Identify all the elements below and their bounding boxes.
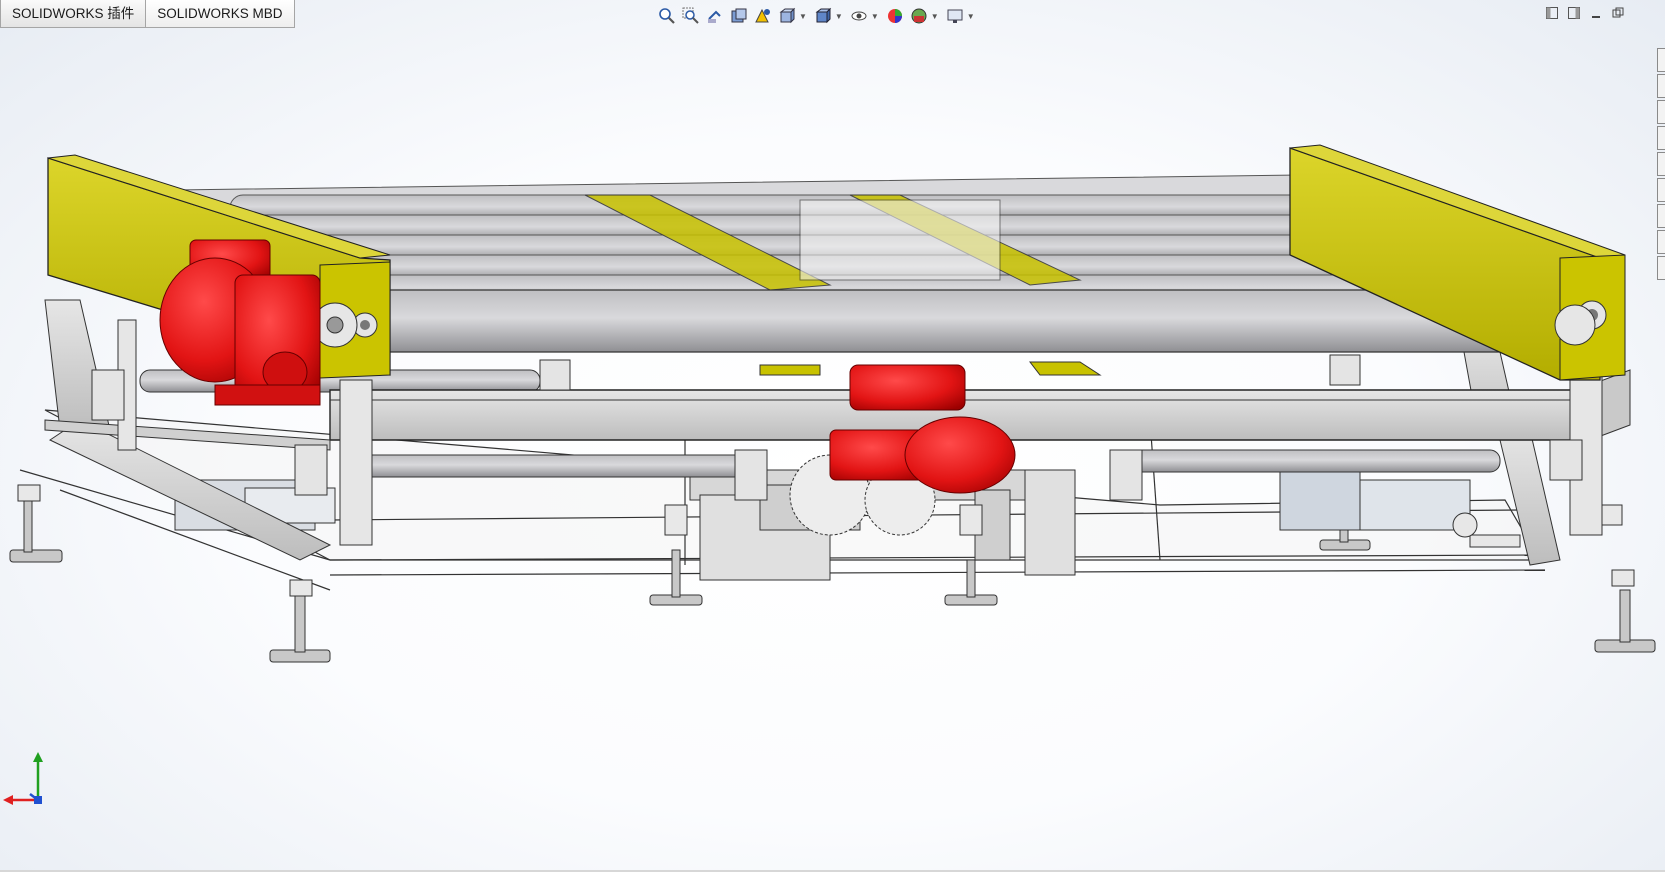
conveyor-assembly-model[interactable] (0, 0, 1665, 872)
chevron-down-icon[interactable]: ▼ (871, 12, 879, 21)
document-window-controls (1545, 6, 1625, 20)
task-pane-tab[interactable] (1657, 152, 1665, 176)
zoom-to-fit-icon[interactable] (657, 6, 677, 26)
chevron-down-icon[interactable]: ▼ (931, 12, 939, 21)
command-manager-tabs: SOLIDWORKS 插件 SOLIDWORKS MBD (0, 0, 295, 28)
task-pane-tab[interactable] (1657, 74, 1665, 98)
view-orientation-icon[interactable] (777, 6, 797, 26)
apply-scene-icon[interactable] (909, 6, 929, 26)
hide-show-items-icon[interactable] (849, 6, 869, 26)
task-pane-tab[interactable] (1657, 256, 1665, 280)
previous-view-icon[interactable] (705, 6, 725, 26)
task-pane-tab[interactable] (1657, 100, 1665, 124)
tile-right-icon[interactable] (1567, 6, 1581, 20)
task-pane-tab[interactable] (1657, 230, 1665, 254)
tab-solidworks-addins[interactable]: SOLIDWORKS 插件 (0, 0, 147, 28)
task-pane-tab[interactable] (1657, 178, 1665, 202)
dynamic-annotation-icon[interactable] (753, 6, 773, 26)
graphics-viewport[interactable]: SOLIDWORKS 插件 SOLIDWORKS MBD ▼ ▼ ▼ ▼ ▼ (0, 0, 1665, 872)
edit-appearance-icon[interactable] (885, 6, 905, 26)
task-pane-tab[interactable] (1657, 204, 1665, 228)
zoom-to-area-icon[interactable] (681, 6, 701, 26)
section-view-icon[interactable] (729, 6, 749, 26)
chevron-down-icon[interactable]: ▼ (799, 12, 807, 21)
reference-triad-icon (3, 752, 43, 805)
view-settings-icon[interactable] (945, 6, 965, 26)
minimize-icon[interactable] (1589, 6, 1603, 20)
heads-up-view-toolbar: ▼ ▼ ▼ ▼ ▼ (657, 4, 977, 28)
task-pane-tab[interactable] (1657, 126, 1665, 150)
tab-solidworks-mbd[interactable]: SOLIDWORKS MBD (146, 0, 295, 28)
task-pane-tabs (1657, 48, 1665, 282)
display-style-icon[interactable] (813, 6, 833, 26)
tile-left-icon[interactable] (1545, 6, 1559, 20)
task-pane-tab[interactable] (1657, 48, 1665, 72)
restore-icon[interactable] (1611, 6, 1625, 20)
chevron-down-icon[interactable]: ▼ (835, 12, 843, 21)
chevron-down-icon[interactable]: ▼ (967, 12, 975, 21)
